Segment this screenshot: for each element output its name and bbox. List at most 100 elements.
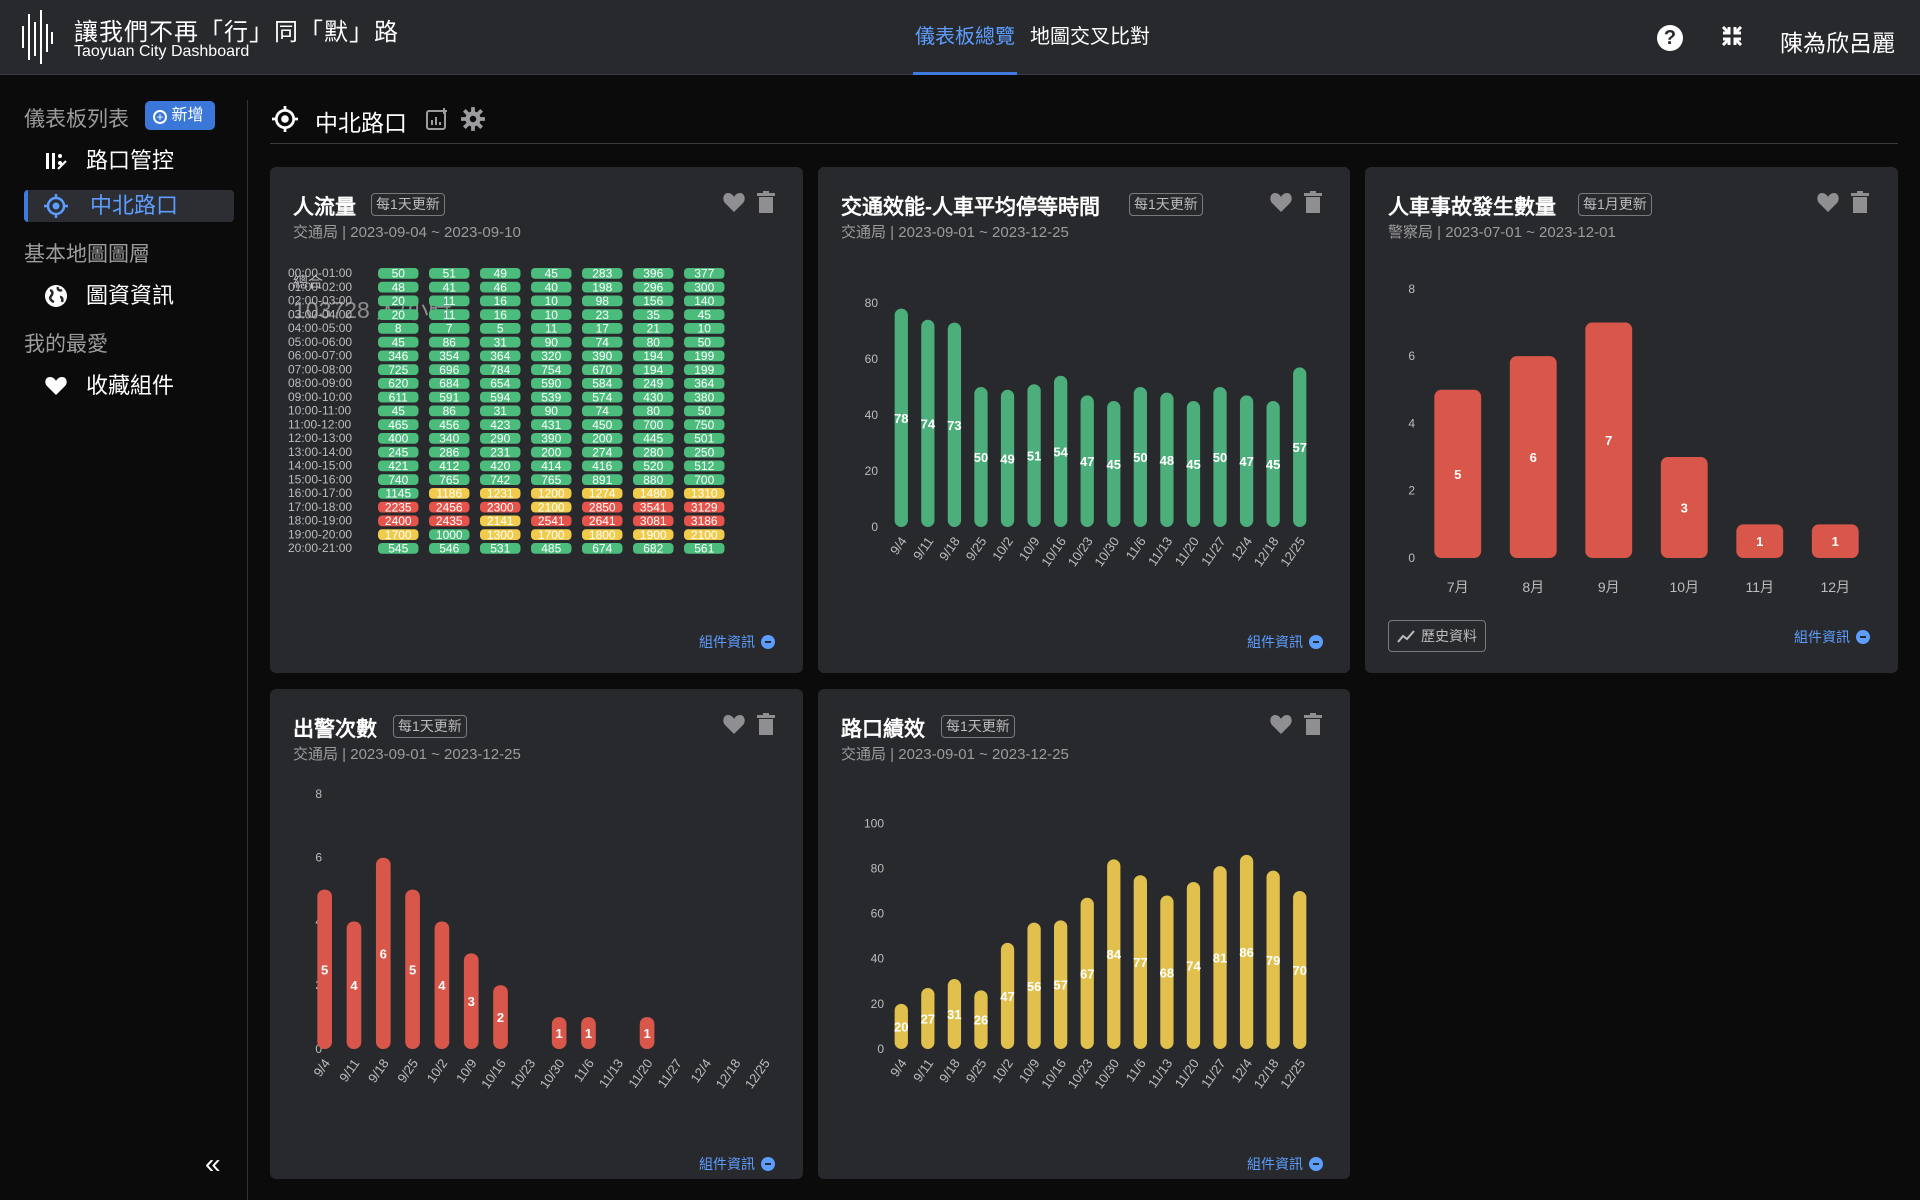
y-tick-label: 20 (871, 997, 885, 1011)
card-accidents: 人車事故發生數量 每1月更新 警察局 | 2023-07-01 ~ 2023-1… (1365, 167, 1898, 673)
heatmap-row-label: 19:00-20:00 (288, 527, 352, 541)
help-icon[interactable]: ? (1657, 25, 1683, 51)
heatmap-cell-label: 590 (541, 377, 561, 391)
sidebar-item-traffic-control[interactable]: 路口管控 (24, 145, 234, 177)
accidents-bar-chart: 0 2 4 6 8 5 7月 6 8月 7 9月 3 10月 1 11月 1 12月 (1408, 282, 1859, 595)
widget-info-link[interactable]: 組件資訊 (1247, 632, 1323, 652)
card-intersection-performance: 路口績效 每1天更新 交通局 | 2023-09-01 ~ 2023-12-25… (818, 689, 1350, 1179)
heatmap-cell-label: 1200 (538, 487, 565, 501)
heatmap-cell-label: 696 (439, 363, 459, 377)
dispatch-bar-chart: 0246859/449/1169/1859/25410/2310/9210/16… (310, 787, 772, 1091)
x-tick-label: 11/6 (1123, 1056, 1149, 1085)
sidebar-item-saved-widgets[interactable]: 收藏組件 (24, 370, 234, 402)
add-dashboard-label: 新增 (171, 107, 204, 124)
user-name[interactable]: 陳為欣呂麗 (1780, 24, 1895, 58)
data-label: 1 (1832, 534, 1839, 549)
heatmap-cell-label: 340 (439, 432, 459, 446)
heatmap-cell-label: 51 (443, 267, 457, 281)
data-label: 4 (438, 978, 446, 993)
x-tick-label: 11/6 (1123, 534, 1149, 563)
heatmap-cell-label: 561 (694, 542, 714, 556)
data-label: 50 (1213, 450, 1227, 465)
heatmap-row-label: 13:00-14:00 (288, 445, 352, 459)
data-label: 3 (1681, 501, 1688, 516)
heatmap-cell-label: 7 (446, 322, 453, 336)
y-tick-label: 40 (871, 952, 885, 966)
gear-icon[interactable] (460, 106, 486, 132)
heatmap-cell-label: 41 (443, 280, 457, 294)
x-tick-label: 9/18 (936, 534, 963, 563)
sidebar-divider (247, 100, 248, 1200)
widget-info-link[interactable]: 組件資訊 (699, 1154, 775, 1174)
heatmap-cell-label: 546 (439, 542, 459, 556)
heatmap-cell-label: 1900 (640, 528, 667, 542)
x-tick-label: 8月 (1522, 579, 1544, 595)
x-tick-label: 10/23 (1065, 534, 1096, 569)
widget-info-label: 組件資訊 (1247, 1156, 1303, 1172)
heatmap-cell-label: 682 (643, 542, 663, 556)
card-waiting-time: 交通效能-人車平均停等時間 每1天更新 交通局 | 2023-09-01 ~ 2… (818, 167, 1350, 673)
heatmap-cell-label: 16 (494, 294, 508, 308)
data-label: 70 (1292, 963, 1306, 978)
history-data-label: 歷史資料 (1421, 628, 1477, 644)
collapse-sidebar-button[interactable]: « (205, 1148, 221, 1180)
x-tick-label: 12月 (1820, 579, 1850, 595)
heatmap-row-label: 15:00-16:00 (288, 472, 352, 486)
heatmap-cell-label: 420 (490, 459, 510, 473)
target-icon (44, 194, 68, 218)
x-tick-label: 9/4 (887, 534, 910, 557)
heatmap-cell-label: 670 (592, 363, 612, 377)
history-data-button[interactable]: 歷史資料 (1388, 620, 1486, 652)
heatmap-cell-label: 199 (694, 349, 714, 363)
add-chart-icon[interactable] (425, 107, 449, 131)
data-label: 73 (947, 418, 961, 433)
x-tick-label: 11月 (1745, 579, 1774, 595)
heatmap-cell-label: 750 (694, 418, 714, 432)
nav-dashboard-overview[interactable]: 儀表板總覽 (913, 0, 1017, 75)
compress-icon[interactable] (1720, 24, 1744, 48)
x-tick-label: 11/27 (1198, 534, 1228, 568)
traffic-control-icon (46, 153, 67, 170)
heatmap-cell-label: 380 (694, 390, 714, 404)
heatmap-cell-label: 2456 (436, 500, 463, 514)
x-tick-label: 11/20 (1172, 1056, 1202, 1090)
x-tick-label: 11/6 (571, 1056, 597, 1085)
x-tick-label: 9/18 (936, 1056, 963, 1085)
data-label: 1 (556, 1026, 563, 1041)
widget-info-link[interactable]: 組件資訊 (1794, 627, 1870, 647)
city-logo-icon[interactable] (20, 8, 54, 66)
y-tick-label: 6 (315, 851, 322, 865)
heatmap-cell-label: 17 (596, 322, 610, 336)
heatmap-cell-label: 16 (494, 308, 508, 322)
y-tick-label: 60 (871, 907, 885, 921)
sidebar-item-zhongbei[interactable]: 中北路口 (24, 190, 234, 222)
widget-info-link[interactable]: 組件資訊 (699, 632, 775, 652)
y-tick-label: 100 (864, 816, 884, 830)
x-tick-label: 11/13 (1145, 534, 1175, 568)
heatmap-row-label: 11:00-12:00 (288, 417, 351, 431)
heatmap-cell-label: 35 (647, 308, 661, 322)
info-circle-icon (761, 635, 775, 649)
heatmap-cell-label: 249 (643, 377, 663, 391)
data-label: 54 (1053, 444, 1068, 459)
y-tick-label: 4 (1408, 416, 1415, 430)
data-label: 6 (1530, 450, 1537, 465)
add-dashboard-button[interactable]: + 新增 (145, 101, 215, 130)
widget-info-link[interactable]: 組件資訊 (1247, 1154, 1323, 1174)
nav-map-compare[interactable]: 地圖交叉比對 (1030, 0, 1150, 75)
sidebar-item-map-info[interactable]: 圖資資訊 (24, 280, 234, 312)
heatmap-cell-label: 194 (643, 363, 663, 377)
heatmap-cell-label: 421 (388, 459, 408, 473)
heatmap-cell-label: 574 (592, 390, 612, 404)
heatmap-cell-label: 250 (694, 445, 714, 459)
heatmap-cell-label: 140 (694, 294, 714, 308)
y-tick-label: 8 (1408, 282, 1415, 296)
top-bar: 讓我們不再「行」同「默」路 Taoyuan City Dashboard 儀表板… (0, 0, 1920, 75)
data-label: 84 (1107, 947, 1122, 962)
info-circle-icon (1856, 630, 1870, 644)
heatmap-cell-label: 430 (643, 390, 663, 404)
heatmap-cell-label: 231 (490, 445, 510, 459)
data-label: 56 (1027, 979, 1041, 994)
heatmap-row-label: 12:00-13:00 (288, 431, 352, 445)
heatmap-cell-label: 23 (596, 308, 610, 322)
